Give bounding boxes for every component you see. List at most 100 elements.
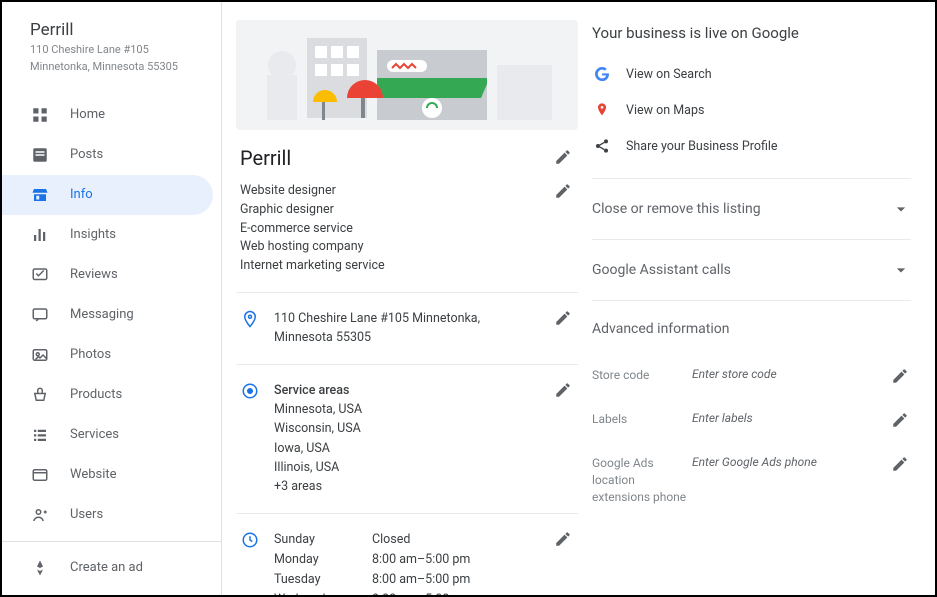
right-panel: Your business is live on Google View on …	[592, 2, 935, 595]
nav-reviews[interactable]: Reviews	[2, 255, 213, 295]
nav-label: Create an ad	[70, 560, 143, 575]
share-icon	[592, 136, 612, 156]
service-area: Iowa, USA	[274, 439, 540, 458]
edit-hours-button[interactable]	[554, 530, 574, 550]
hours-val: Closed	[372, 530, 540, 550]
nav-messaging[interactable]: Messaging	[2, 295, 213, 335]
nav-home[interactable]: Home	[2, 95, 213, 135]
hours-val: 8:00 am–5:00 pm	[372, 550, 540, 570]
photos-icon	[30, 345, 50, 365]
category: E-commerce service	[240, 220, 385, 239]
adv-label: Store code	[592, 367, 692, 384]
business-name: Perrill	[30, 20, 203, 40]
service-area: Illinois, USA	[274, 458, 540, 477]
nav-separator	[2, 541, 221, 542]
nav-posts[interactable]: Posts	[2, 135, 213, 175]
messaging-icon	[30, 305, 50, 325]
edit-labels-button[interactable]	[891, 411, 911, 431]
category: Internet marketing service	[240, 257, 385, 276]
action-label: Share your Business Profile	[626, 139, 778, 154]
sidebar-header: Perrill 110 Cheshire Lane #105 Minnetonk…	[2, 20, 221, 89]
nav-website[interactable]: Website	[2, 455, 213, 495]
nav-services[interactable]: Services	[2, 415, 213, 455]
hours-day: Sunday	[274, 530, 354, 550]
service-area: Wisconsin, USA	[274, 419, 540, 438]
adv-store-code: Store code Enter store code	[592, 355, 911, 399]
ads-icon	[30, 558, 50, 578]
nav-label: Reviews	[70, 267, 118, 282]
action-label: View on Maps	[626, 103, 704, 118]
collapse-label: Google Assistant calls	[592, 262, 731, 278]
assistant-calls[interactable]: Google Assistant calls	[592, 239, 911, 300]
edit-service-areas-button[interactable]	[554, 381, 574, 401]
reviews-icon	[30, 265, 50, 285]
edit-address-button[interactable]	[554, 309, 574, 329]
chevron-down-icon	[891, 199, 911, 219]
collapse-label: Close or remove this listing	[592, 201, 761, 217]
edit-categories-button[interactable]	[554, 182, 574, 202]
nav-label: Products	[70, 387, 122, 402]
business-address-line1: 110 Cheshire Lane #105	[30, 42, 203, 57]
share-profile[interactable]: Share your Business Profile	[592, 128, 911, 164]
nav-users[interactable]: Users	[2, 495, 213, 535]
edit-name-button[interactable]	[554, 148, 574, 168]
business-title: Perrill	[240, 146, 291, 170]
main: Perrill Website designer Graphic designe…	[222, 2, 935, 595]
maps-pin-icon	[592, 100, 612, 120]
nav-photos[interactable]: Photos	[2, 335, 213, 375]
live-heading: Your business is live on Google	[592, 24, 911, 42]
hours-day: Wednesday	[274, 590, 354, 595]
sidebar: Perrill 110 Cheshire Lane #105 Minnetonk…	[2, 2, 222, 595]
nav-label: Photos	[70, 347, 111, 362]
nav-label: Services	[70, 427, 119, 442]
service-area-icon	[240, 381, 260, 401]
service-areas-label: Service areas	[274, 381, 540, 400]
nav-label: Messaging	[70, 307, 134, 322]
nav-label: Users	[70, 507, 103, 522]
adv-value: Enter store code	[692, 367, 891, 381]
website-icon	[30, 465, 50, 485]
posts-icon	[30, 145, 50, 165]
users-icon	[30, 505, 50, 525]
nav-info[interactable]: Info	[2, 175, 213, 215]
nav: Home Posts Info Insights Reviews Messagi…	[2, 95, 221, 595]
categories: Website designer Graphic designer E-comm…	[240, 182, 385, 276]
action-label: View on Search	[626, 67, 712, 82]
service-area-more: +3 areas	[274, 477, 540, 496]
info-panel: Perrill Website designer Graphic designe…	[222, 2, 592, 595]
service-areas: Service areas Minnesota, USA Wisconsin, …	[274, 381, 540, 497]
chevron-down-icon	[891, 260, 911, 280]
clock-icon	[240, 530, 260, 550]
nav-products[interactable]: Products	[2, 375, 213, 415]
nav-label: Website	[70, 467, 117, 482]
hours-day: Tuesday	[274, 570, 354, 590]
hours-day: Monday	[274, 550, 354, 570]
google-icon	[592, 64, 612, 84]
adv-value: Enter labels	[692, 411, 891, 425]
adv-label: Labels	[592, 411, 692, 428]
adv-label: Google Ads location extensions phone	[592, 455, 692, 505]
edit-store-code-button[interactable]	[891, 367, 911, 387]
list-icon	[30, 425, 50, 445]
view-on-search[interactable]: View on Search	[592, 56, 911, 92]
service-area: Minnesota, USA	[274, 400, 540, 419]
nav-insights[interactable]: Insights	[2, 215, 213, 255]
hours-val: 8:00 am–5:00 pm	[372, 590, 540, 595]
basket-icon	[30, 385, 50, 405]
nav-create-ad[interactable]: Create an ad	[2, 548, 213, 588]
address-value: 110 Cheshire Lane #105 Minnetonka, Minne…	[274, 309, 540, 348]
edit-ads-phone-button[interactable]	[891, 455, 911, 475]
close-remove-listing[interactable]: Close or remove this listing	[592, 178, 911, 239]
hours-val: 8:00 am–5:00 pm	[372, 570, 540, 590]
category: Website designer	[240, 182, 385, 201]
category: Web hosting company	[240, 238, 385, 257]
view-on-maps[interactable]: View on Maps	[592, 92, 911, 128]
adv-ads-phone: Google Ads location extensions phone Ent…	[592, 443, 911, 517]
nav-label: Posts	[70, 147, 103, 162]
business-address-line2: Minnetonka, Minnesota 55305	[30, 59, 203, 74]
dashboard-icon	[30, 105, 50, 125]
hours: Sunday Closed Monday 8:00 am–5:00 pm Tuesd…	[274, 530, 540, 595]
banner-illustration	[236, 20, 578, 130]
nav-label: Info	[70, 187, 93, 202]
nav-add-location[interactable]: Add new location	[2, 588, 213, 595]
